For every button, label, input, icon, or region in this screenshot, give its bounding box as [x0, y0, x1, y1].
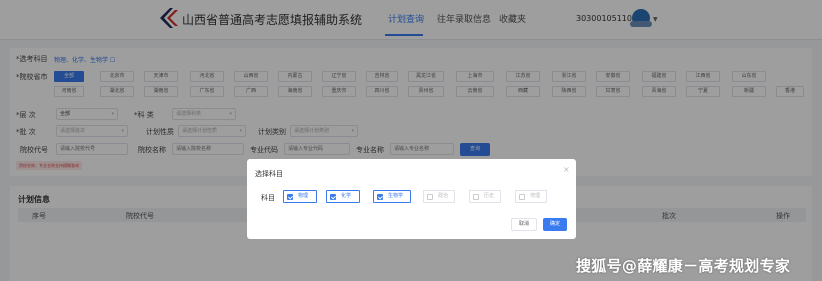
modal-title: 选择科目: [255, 170, 283, 178]
checkbox-icon: [473, 194, 479, 200]
select-subject-modal: 选择科目 × 科目 物理 化学 生物学 政治 历史 地理 取消 确定: [247, 159, 576, 239]
close-icon[interactable]: ×: [563, 165, 570, 174]
watermark: 搜狐号@薛耀康－高考规划专家: [576, 257, 791, 275]
confirm-button[interactable]: 确定: [543, 218, 567, 231]
checkbox-physics[interactable]: 物理: [283, 190, 317, 203]
checkbox-biology[interactable]: 生物学: [373, 190, 411, 203]
checkbox-icon: [377, 194, 383, 200]
modal-subject-label: 科目: [261, 194, 275, 202]
checkbox-icon: [330, 194, 336, 200]
checkbox-icon: [519, 194, 525, 200]
checkbox-chemistry[interactable]: 化学: [326, 190, 360, 203]
checkbox-icon: [427, 194, 433, 200]
checkbox-icon: [287, 194, 293, 200]
checkbox-politics: 政治: [423, 190, 455, 203]
checkbox-geography: 地理: [515, 190, 547, 203]
checkbox-history: 历史: [469, 190, 501, 203]
cancel-button[interactable]: 取消: [511, 218, 537, 231]
